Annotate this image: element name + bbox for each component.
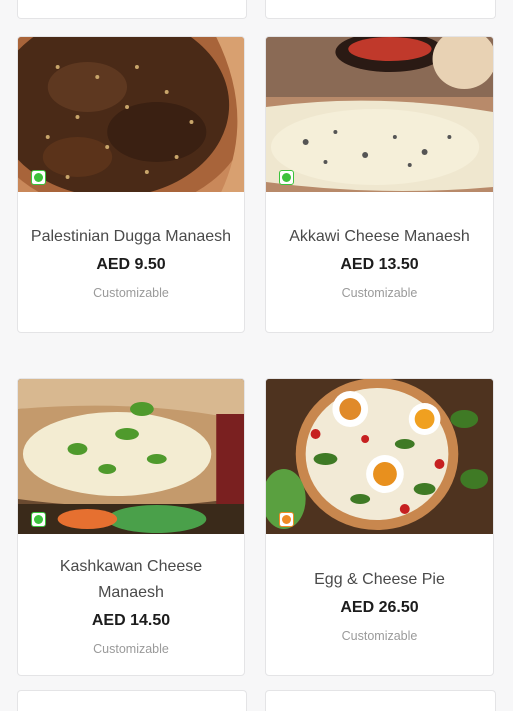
egg-icon: [279, 512, 294, 527]
customizable-label: Customizable: [341, 628, 418, 643]
item-price: AED 13.50: [340, 256, 419, 273]
item-price: AED 14.50: [91, 611, 171, 629]
item-name: Egg & Cheese Pie: [314, 570, 445, 588]
veg-icon: [31, 170, 46, 185]
menu-item-card[interactable]: Akkawi Cheese Manaesh AED 13.50 Customiz…: [265, 36, 494, 333]
item-image: [18, 37, 244, 192]
menu-item-card[interactable]: Kashkawan Cheese Manaesh AED 14.50 Custo…: [17, 378, 245, 676]
previous-card-bottom: [17, 0, 247, 19]
previous-card-bottom: [265, 0, 496, 19]
item-image: [266, 37, 493, 192]
item-image: [18, 379, 244, 534]
customizable-label: Customizable: [93, 286, 169, 300]
menu-item-card[interactable]: Egg & Cheese Pie AED 26.50 Customizable: [265, 378, 494, 676]
item-name: Kashkawan Cheese Manaesh: [59, 557, 203, 601]
item-name: Palestinian Dugga Manaesh: [30, 228, 232, 245]
customizable-label: Customizable: [341, 286, 418, 300]
item-name: Akkawi Cheese Manaesh: [289, 228, 470, 245]
item-image: [266, 379, 493, 534]
next-card-top: [265, 690, 496, 711]
item-price: AED 26.50: [340, 598, 419, 616]
veg-icon: [279, 170, 294, 185]
veg-icon: [31, 512, 46, 527]
next-card-top: [17, 690, 247, 711]
menu-item-card[interactable]: Palestinian Dugga Manaesh AED 9.50 Custo…: [17, 36, 245, 333]
item-price: AED 9.50: [96, 256, 166, 273]
customizable-label: Customizable: [93, 641, 169, 656]
